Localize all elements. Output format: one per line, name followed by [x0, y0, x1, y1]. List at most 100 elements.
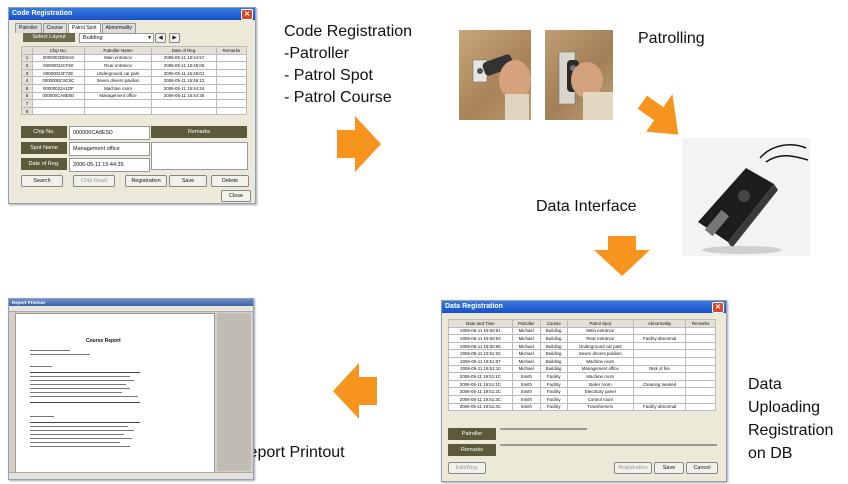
table-row[interactable]: 4 000000BC9C0C Seven drivers pavilion 2006-… [21, 76, 248, 85]
table-row[interactable]: 7 [21, 99, 248, 108]
name-cell: Rear entrance [83, 61, 153, 70]
cell: 2006-05-11 19:51:2C [448, 387, 513, 396]
table-row[interactable]: 2006-05-11 19:50:53 Michael Building Rear e… [448, 334, 716, 343]
tab-patrol-spot[interactable]: Patrol Spot [67, 23, 101, 33]
arrow-shape [337, 116, 381, 172]
save-button[interactable]: Save [654, 462, 684, 474]
cell: Michael [511, 349, 541, 358]
table-row[interactable]: 1 0000002DE9A8 Main entrance 2006-05-11 15:… [21, 53, 248, 63]
table-row[interactable]: 6 000000CA8E5D Management office 2006-05-11… [21, 91, 248, 101]
column-header[interactable]: Date of Reg. [151, 46, 217, 55]
code-registration-title: Code Registration [284, 23, 413, 40]
table-row[interactable]: 3 00000024F72E Underground car park 2006-05… [21, 68, 248, 78]
report-line [30, 376, 130, 377]
next-button[interactable]: ▶ [169, 33, 180, 43]
cancel-button[interactable]: Cancel [686, 462, 718, 474]
chip-no-field[interactable]: 000000CA8E5D [69, 126, 150, 140]
table-row[interactable]: 2006-05-11 19:51:07 Michael Building Machin… [448, 356, 716, 366]
search-button[interactable]: Search [21, 175, 63, 187]
cell: Building [539, 356, 568, 366]
table-row[interactable]: 8 [21, 106, 248, 116]
column-header[interactable]: Patrol Spot [566, 319, 634, 328]
data-window-titlebar: Data Registration ✕ [442, 301, 726, 313]
remarks-textarea[interactable] [151, 142, 248, 170]
report-line [30, 350, 70, 351]
delete-button[interactable]: Delete [211, 175, 249, 187]
cell [685, 372, 716, 381]
select-layout-button[interactable]: Select Layout [23, 33, 75, 42]
table-row[interactable]: 2 00000024CF50 Rear entrance 2006-05-11 15:… [21, 61, 248, 70]
data-upload-line-1: Data [748, 376, 782, 393]
report-toolbar [9, 306, 253, 312]
arrow-down [594, 236, 650, 276]
report-line [30, 354, 90, 355]
table-header: Chip No. Patroller Name Date of Reg. Rem… [21, 46, 248, 55]
date-cell: 2006-05-11 15:46:12 [151, 76, 217, 85]
tab-patroller[interactable]: Patroller [15, 23, 42, 33]
report-line [30, 438, 132, 439]
prev-button[interactable]: ◀ [155, 33, 166, 43]
cell: Building [539, 349, 568, 358]
column-header[interactable]: Course [539, 319, 568, 328]
save-button[interactable]: Save [169, 175, 207, 187]
layout-select[interactable]: Building ▼ [79, 33, 154, 43]
close-icon[interactable]: ✕ [712, 302, 724, 313]
table-row[interactable]: 2006-05-11 19:51:1C Smith Facility Machine … [448, 372, 716, 381]
table-row[interactable]: 2006-05-11 19:51:1C Smith Facility Boiler r… [448, 379, 716, 389]
date-of-reg-field[interactable]: 2006-05-11 15:44:35 [69, 158, 150, 172]
patrol-course-item: - Patrol Course [284, 89, 392, 106]
patroller-select[interactable] [500, 428, 587, 430]
cell: Building [539, 326, 568, 336]
data-upload-line-2: Uploading [748, 399, 821, 416]
row-number: 4 [21, 76, 33, 85]
remarks-field[interactable] [500, 444, 717, 446]
tab-course[interactable]: Course [42, 23, 67, 33]
table-row[interactable]: 2006-05-11 19:50:51 Michael Building Main e… [448, 326, 716, 336]
column-header[interactable]: Patroller Name [83, 46, 153, 55]
code-window-titlebar: Code Registration ✕ [9, 8, 255, 20]
code-window-tabs: Patroller Course Patrol Spot Abnormality [9, 20, 255, 33]
table-row[interactable]: 2006-05-11 19:51:2C Smith Facility Electric… [448, 387, 716, 396]
cell: 2006-05-11 19:51:07 [448, 356, 513, 366]
arrow-shape [594, 236, 650, 276]
close-button[interactable]: Close [221, 190, 251, 202]
cell: Michael [511, 341, 541, 351]
chip-cell [32, 106, 85, 116]
chip-cell: 000000BC9C0C [32, 76, 85, 85]
cell: Michael [511, 334, 541, 343]
cell: Facility [539, 402, 568, 412]
table-row[interactable]: 2006-05-11 19:51:3C Smith Facility Control … [448, 394, 716, 404]
table-row[interactable]: 2006-05-11 19:51:10 Michael Building Manage… [448, 364, 716, 374]
date-cell [151, 106, 217, 116]
date-cell: 2006-05-11 15:44:57 [151, 53, 217, 63]
table-row[interactable]: 2006-05-11 19:51:3C Smith Facility Transfor… [448, 402, 716, 412]
report-window-title: Report Printout [12, 300, 45, 305]
close-icon[interactable]: ✕ [241, 9, 253, 20]
column-header[interactable]: Abnormality [632, 319, 687, 328]
report-line [30, 384, 126, 385]
cell [685, 356, 716, 366]
registration-button[interactable]: Registration [125, 175, 167, 187]
chip-cell: 00000024F72E [32, 68, 85, 78]
edit-reg-button[interactable]: Edit/Reg. [448, 462, 486, 474]
column-header[interactable]: Remarks [215, 46, 248, 55]
registration-button[interactable]: Registration [614, 462, 652, 474]
column-header[interactable]: Date and Time [448, 319, 513, 328]
spot-name-field[interactable]: Management office [69, 142, 150, 156]
cell [685, 334, 716, 343]
column-header[interactable]: Patroller [511, 319, 541, 328]
table-row[interactable]: 5 00000022A1DF Machine room 2006-05-11 15:4… [21, 83, 248, 93]
cell: Smith [511, 387, 541, 396]
remarks-cell [215, 91, 248, 101]
chip-read-button[interactable]: Chip Read [73, 175, 115, 187]
tab-abnormality[interactable]: Abnormality [101, 23, 136, 33]
arrow-shape [637, 94, 679, 135]
cell: 2006-05-11 19:50:53 [448, 334, 513, 343]
data-registration-screenshot: Data Registration ✕ Date and Time Patrol… [441, 300, 727, 482]
column-header[interactable]: Remarks [685, 319, 716, 328]
table-row[interactable]: 2006-05-11 19:50:55 Michael Building Underg… [448, 341, 716, 351]
table-row[interactable]: 2006-05-11 19:51:02 Michael Building Seven … [448, 349, 716, 358]
report-line [30, 402, 140, 403]
remarks-cell [215, 76, 248, 85]
column-header[interactable]: Chip No. [32, 46, 85, 55]
